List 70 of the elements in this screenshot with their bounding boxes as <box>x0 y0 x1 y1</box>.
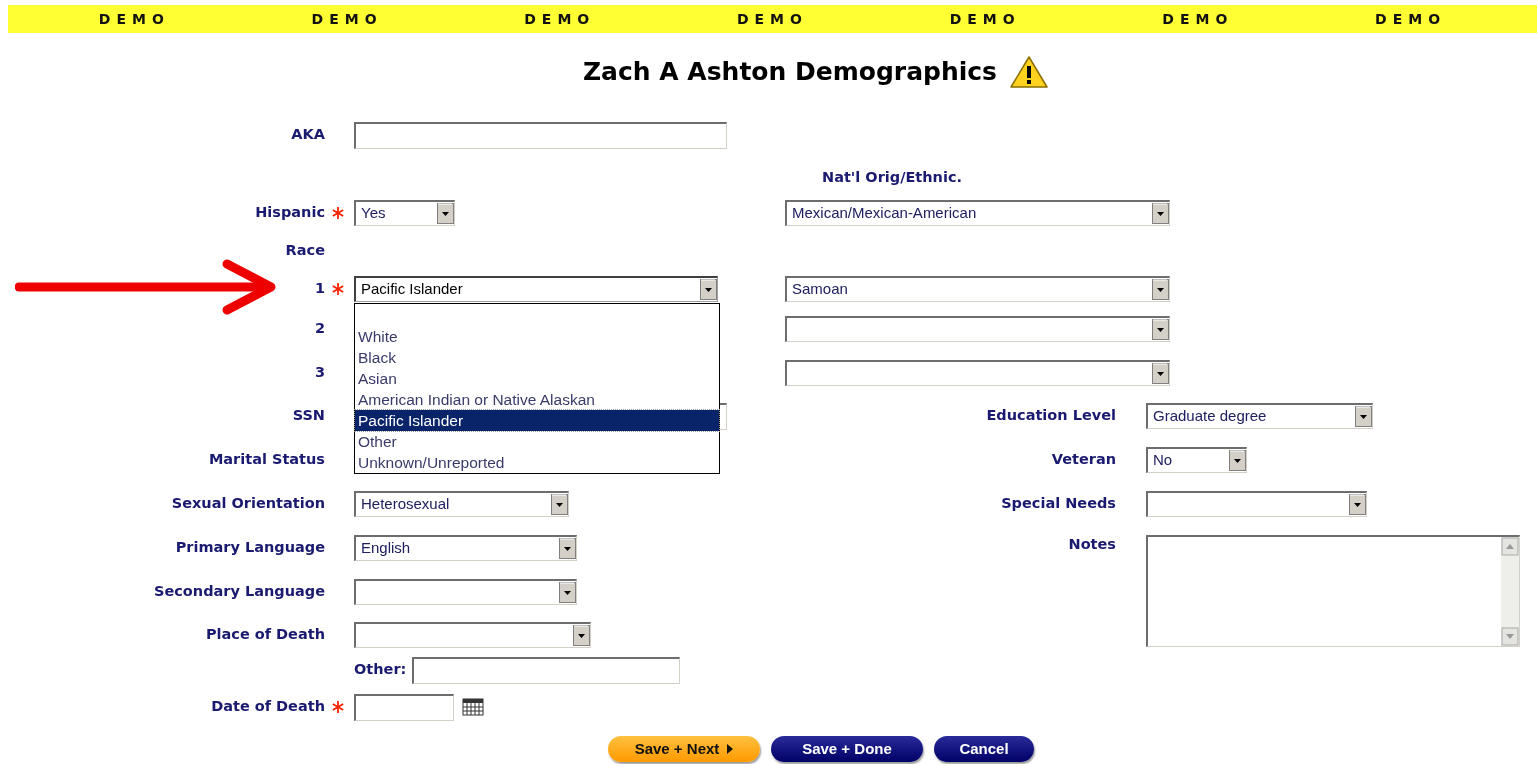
dropdown[interactable] <box>1146 491 1367 517</box>
calendar-icon[interactable] <box>462 698 484 716</box>
field-label: Marital Status <box>207 450 325 470</box>
dropdown[interactable]: Heterosexual <box>354 491 569 517</box>
field-label: SSN <box>291 406 325 426</box>
caret-icon <box>1152 203 1169 224</box>
dropdown-option[interactable]: Asian <box>355 368 719 389</box>
dropdown[interactable]: English <box>354 535 577 561</box>
dropdown[interactable] <box>785 316 1170 342</box>
watermark-text: DEMO <box>736 9 808 29</box>
watermark-text: DEMO <box>949 9 1021 29</box>
dropdown[interactable] <box>354 579 577 605</box>
dropdown[interactable] <box>785 360 1170 386</box>
field-label: 3 <box>313 363 325 383</box>
dropdown[interactable]: Pacific Islander <box>354 276 718 302</box>
dropdown-option[interactable]: Pacific Islander <box>355 410 719 431</box>
field-label: 1 <box>313 279 325 299</box>
field-label: Secondary Language <box>152 582 325 602</box>
dropdown[interactable]: No <box>1146 447 1247 473</box>
caret-icon <box>1152 279 1169 300</box>
button[interactable]: Cancel <box>934 736 1034 762</box>
watermark-text: DEMO <box>98 9 170 29</box>
field-label: AKA <box>290 125 325 145</box>
caret-icon <box>1152 363 1169 384</box>
dropdown[interactable]: Yes <box>354 200 455 226</box>
caret-icon <box>551 494 568 515</box>
dropdown-option[interactable]: Unknown/Unreported <box>355 452 719 473</box>
field-label: Education Level <box>986 406 1116 426</box>
column-heading: Nat'l Orig/Ethnic. <box>821 168 962 188</box>
field-label: Notes <box>1068 535 1116 554</box>
dropdown-option[interactable]: American Indian or Native Alaskan <box>355 389 719 410</box>
field-label: Place of Death <box>204 625 325 645</box>
field-label: Race <box>284 241 325 261</box>
dropdown-option[interactable]: Black <box>355 347 719 368</box>
button[interactable]: Save + Done <box>771 736 923 762</box>
caret-icon <box>700 279 717 300</box>
dropdown[interactable]: Graduate degree <box>1146 403 1373 429</box>
notes-field[interactable] <box>1146 535 1520 647</box>
field-label: Other: <box>354 660 407 680</box>
field-label: Date of Death <box>210 697 325 717</box>
text-field[interactable] <box>412 656 681 684</box>
caret-icon <box>573 625 590 646</box>
watermark-text: DEMO <box>311 9 383 29</box>
field-label: 2 <box>313 319 325 339</box>
field-label: Primary Language <box>174 538 325 558</box>
caret-icon <box>1229 450 1246 471</box>
caret-icon <box>1152 319 1169 340</box>
dropdown-option[interactable]: Other <box>355 431 719 452</box>
dropdown-option[interactable]: White <box>355 326 719 347</box>
warning-icon <box>1009 54 1049 89</box>
caret-icon <box>1349 494 1366 515</box>
button[interactable]: Save + Next <box>608 736 760 762</box>
watermark-text: DEMO <box>1162 9 1234 29</box>
caret-icon <box>1355 406 1372 427</box>
caret-icon <box>437 203 454 224</box>
dropdown[interactable]: Samoan <box>785 276 1170 302</box>
field-label: Sexual Orientation <box>170 494 325 514</box>
field-label: Hispanic <box>254 203 325 223</box>
date-field[interactable] <box>354 693 454 721</box>
watermark-text: DEMO <box>1375 9 1447 29</box>
dropdown[interactable]: Mexican/Mexican-American <box>785 200 1170 226</box>
page-title: Zach A Ashton Demographics <box>583 56 997 87</box>
field-label: Veteran <box>1051 450 1116 470</box>
caret-icon <box>559 582 576 603</box>
text-field[interactable] <box>354 121 727 149</box>
field-label: Special Needs <box>1001 494 1116 514</box>
triangle-icon <box>727 744 734 754</box>
dropdown[interactable] <box>354 622 591 648</box>
watermark-text: DEMO <box>524 9 596 29</box>
caret-icon <box>559 538 576 559</box>
